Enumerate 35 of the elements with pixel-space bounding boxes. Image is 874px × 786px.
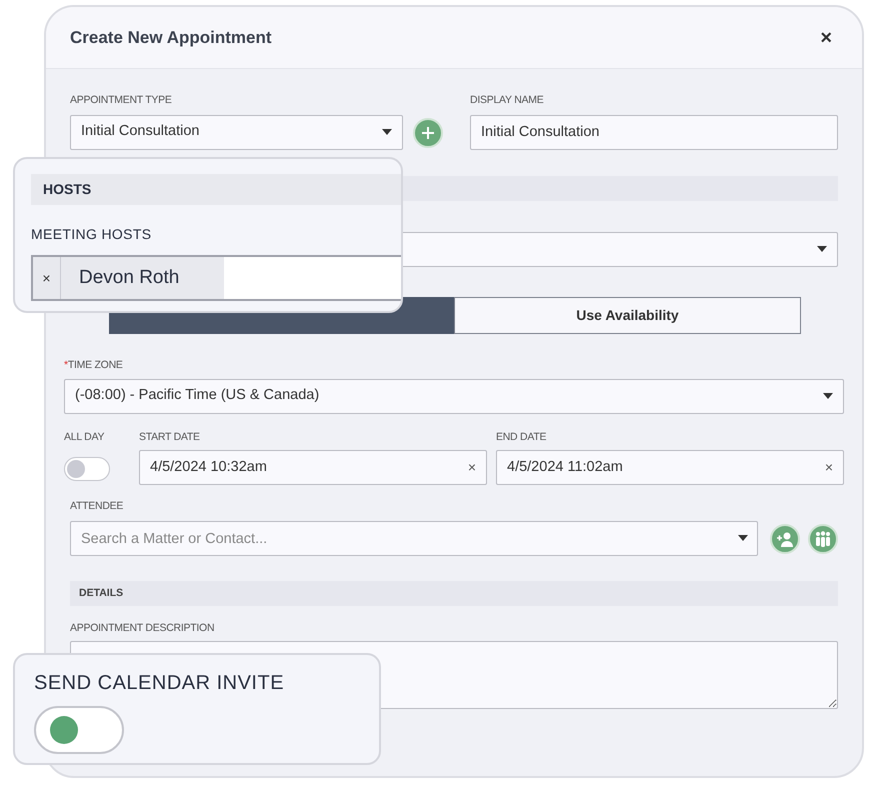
clear-button[interactable]: × bbox=[824, 457, 833, 478]
section-title: HOSTS bbox=[43, 180, 92, 199]
toggle-switch[interactable] bbox=[34, 706, 124, 754]
hosts-field[interactable]: × Devon Roth bbox=[31, 255, 401, 301]
host-name: Devon Roth bbox=[78, 266, 180, 290]
field-label: APPOINTMENT DESCRIPTION bbox=[70, 621, 216, 636]
select-field[interactable]: (-08:00) - Pacific Time (US & Canada) bbox=[64, 378, 844, 414]
clear-button[interactable]: × bbox=[468, 457, 476, 478]
window-title: Create New Appointment bbox=[70, 26, 272, 49]
add-icon[interactable] bbox=[413, 118, 443, 148]
date-field[interactable]: 4/5/2024 11:02am × bbox=[496, 450, 844, 486]
input-field[interactable]: Initial Consultation bbox=[470, 114, 838, 150]
caret-icon bbox=[817, 246, 827, 252]
mode-tab[interactable]: Use Availability bbox=[454, 296, 801, 334]
select-field[interactable]: Initial Consultation bbox=[70, 114, 403, 150]
field-label: END DATE bbox=[496, 430, 548, 444]
field-label: *TIME ZONE bbox=[64, 358, 124, 373]
invite-label: SEND CALENDAR INVITE bbox=[34, 671, 286, 696]
search-field[interactable]: Search a Matter or Contact... bbox=[70, 521, 758, 556]
toggle-switch[interactable] bbox=[64, 457, 110, 482]
field-label: ATTENDEE bbox=[70, 499, 124, 514]
field-label: MEETING HOSTS bbox=[31, 225, 152, 244]
group-icon[interactable] bbox=[808, 524, 838, 554]
date-field[interactable]: 4/5/2024 10:32am × bbox=[139, 450, 487, 486]
add-person-icon[interactable] bbox=[770, 524, 800, 554]
field-label: ALL DAY bbox=[64, 430, 106, 444]
field-label: APPOINTMENT TYPE bbox=[70, 93, 173, 108]
section-title: DETAILS bbox=[79, 586, 124, 601]
caret-icon bbox=[382, 129, 392, 136]
caret-icon bbox=[823, 393, 833, 399]
caret-icon bbox=[738, 535, 748, 541]
close-button[interactable]: × bbox=[820, 22, 832, 52]
field-label: START DATE bbox=[139, 430, 201, 444]
remove-button[interactable]: × bbox=[33, 257, 61, 299]
field-label: DISPLAY NAME bbox=[470, 93, 544, 108]
